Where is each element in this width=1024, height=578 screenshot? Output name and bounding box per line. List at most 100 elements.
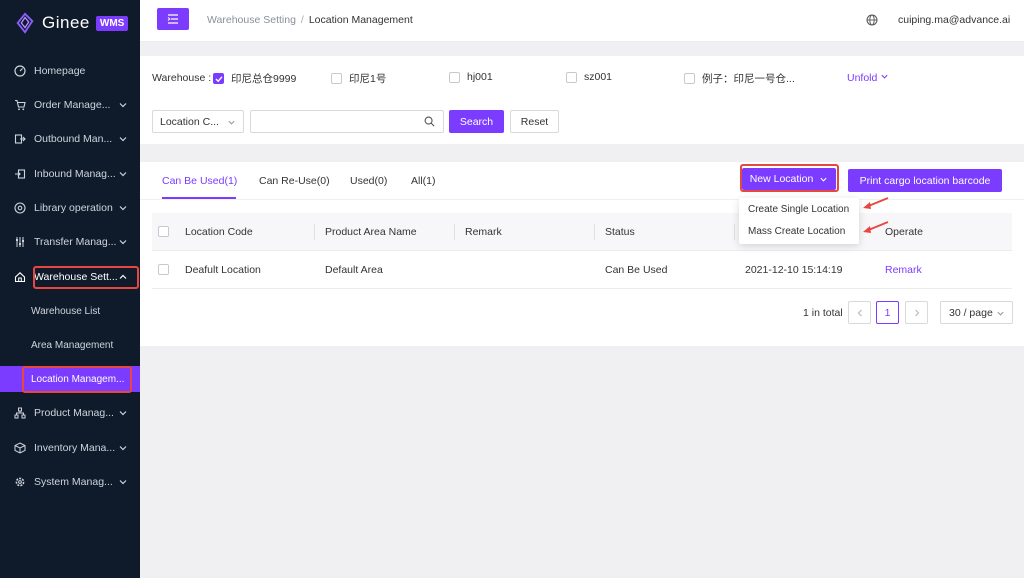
outbound-icon: [14, 134, 26, 144]
cell-created-time: 2021-12-10 15:14:19: [745, 264, 843, 276]
library-icon: [14, 202, 26, 214]
sidebar-item-order[interactable]: Order Manage...: [0, 93, 140, 117]
chevron-down-icon: [119, 137, 127, 142]
search-field-select[interactable]: Location C...: [152, 110, 244, 133]
menu-item-create-single-location[interactable]: Create Single Location: [748, 204, 849, 215]
new-location-dropdown: Create Single Location Mass Create Locat…: [739, 198, 859, 244]
warehouse-option-label: 例子：印尼一号仓...: [702, 73, 795, 85]
warehouse-option-label: hj001: [467, 71, 493, 83]
search-icon[interactable]: [424, 116, 435, 127]
warehouse-option-4[interactable]: 例子：印尼一号仓...: [684, 71, 795, 86]
chevron-down-icon: [881, 74, 888, 79]
sidebar-item-inbound[interactable]: Inbound Manag...: [0, 162, 140, 186]
chevron-down-icon: [119, 172, 127, 177]
menu-icon: [167, 14, 178, 24]
menu-toggle-button[interactable]: [157, 8, 189, 30]
search-field-select-value: Location C...: [160, 115, 219, 128]
search-button[interactable]: Search: [449, 110, 504, 133]
sidebar-item-product[interactable]: Product Manag...: [0, 401, 140, 425]
sidebar-item-label: Transfer Manag...: [34, 236, 117, 248]
location-table-panel: Can Be Used(1) Can Re-Use(0) Used(0) All…: [140, 162, 1024, 346]
user-email[interactable]: cuiping.ma@advance.ai: [898, 14, 1010, 26]
warehouse-option-2[interactable]: hj001: [449, 71, 493, 83]
page-button-current[interactable]: 1: [876, 301, 899, 324]
warehouse-option-label: 印尼总仓9999: [231, 73, 297, 85]
sidebar-item-homepage[interactable]: Homepage: [0, 59, 140, 83]
checkbox[interactable]: [684, 73, 695, 84]
column-header-remark: Remark: [465, 226, 502, 238]
row-checkbox[interactable]: [158, 264, 169, 275]
sidebar-item-transfer[interactable]: Transfer Manag...: [0, 230, 140, 254]
menu-item-mass-create-location[interactable]: Mass Create Location: [748, 226, 845, 237]
check-icon: [215, 75, 223, 82]
column-divider: [454, 224, 455, 240]
sidebar-subitem-label: Warehouse List: [31, 305, 101, 317]
breadcrumb-parent[interactable]: Warehouse Setting: [207, 14, 296, 26]
page-size-value: 30 / page: [949, 306, 993, 319]
cell-location-code: Deafult Location: [185, 264, 261, 276]
globe-icon[interactable]: [866, 14, 878, 26]
warehouse-option-3[interactable]: sz001: [566, 71, 612, 83]
select-all-checkbox[interactable]: [158, 226, 169, 237]
chevron-down-icon: [119, 240, 127, 245]
highlight-box-location-management: [22, 366, 132, 393]
sidebar-item-library[interactable]: Library operation: [0, 196, 140, 220]
sidebar-subitem-label: Area Management: [31, 339, 114, 351]
next-page-button[interactable]: [905, 301, 928, 324]
unfold-label: Unfold: [847, 72, 878, 84]
column-header-location-code: Location Code: [185, 226, 253, 238]
sidebar-item-label: Inventory Mana...: [34, 442, 116, 454]
column-header-product-area: Product Area Name: [325, 226, 417, 238]
search-input[interactable]: [250, 110, 444, 133]
page-size-select[interactable]: 30 / page: [940, 301, 1013, 324]
breadcrumb: Warehouse Setting / Location Management: [207, 14, 413, 26]
chevron-down-icon: [997, 311, 1004, 316]
warehouse-option-1[interactable]: 印尼1号: [331, 71, 386, 86]
chevron-down-icon: [119, 411, 127, 416]
warehouse-label: Warehouse :: [152, 72, 212, 84]
logo[interactable]: Ginee WMS: [0, 0, 140, 46]
sidebar-item-system[interactable]: System Manag...: [0, 470, 140, 494]
warehouse-option-label: 印尼1号: [349, 73, 387, 85]
top-header: Warehouse Setting / Location Management cu…: [140, 0, 1024, 42]
column-divider: [734, 224, 735, 240]
sidebar-item-label: Order Manage...: [34, 99, 111, 111]
filter-panel: Warehouse : 印尼总仓9999 印尼1号 hj001 sz001 例子…: [140, 56, 1024, 144]
brand-badge: WMS: [95, 15, 129, 31]
reset-button[interactable]: Reset: [510, 110, 559, 133]
warehouse-option-0[interactable]: 印尼总仓9999: [213, 71, 296, 86]
chevron-down-icon: [119, 446, 127, 451]
dashboard-icon: [14, 65, 26, 77]
breadcrumb-separator: /: [300, 14, 304, 26]
tab-all[interactable]: All(1): [411, 175, 436, 187]
inbound-icon: [15, 169, 26, 179]
tab-used[interactable]: Used(0): [350, 175, 387, 187]
checkbox[interactable]: [449, 71, 460, 83]
tab-can-be-used[interactable]: Can Be Used(1): [162, 175, 237, 187]
highlight-box-warehouse-setting: [33, 266, 139, 289]
cell-status: Can Be Used: [605, 264, 668, 276]
chevron-down-icon: [228, 120, 235, 125]
checkbox-checked[interactable]: [213, 73, 224, 84]
chevron-left-icon: [857, 309, 862, 316]
checkbox[interactable]: [331, 73, 342, 84]
sidebar-subitem-warehouse-list[interactable]: Warehouse List: [0, 298, 140, 324]
sidebar-subitem-area-management[interactable]: Area Management: [0, 332, 140, 358]
sidebar-item-outbound[interactable]: Outbound Man...: [0, 127, 140, 151]
breadcrumb-current: Location Management: [308, 14, 413, 26]
chevron-down-icon: [119, 480, 127, 485]
sidebar-item-inventory[interactable]: Inventory Mana...: [0, 436, 140, 460]
sidebar-item-label: System Manag...: [34, 476, 113, 488]
home-icon: [14, 272, 26, 283]
sidebar-item-label: Product Manag...: [34, 407, 114, 419]
unfold-link[interactable]: Unfold: [847, 72, 889, 84]
sidebar-item-label: Library operation: [34, 202, 113, 214]
row-remark-link[interactable]: Remark: [885, 264, 922, 276]
prev-page-button[interactable]: [848, 301, 871, 324]
column-header-status: Status: [605, 226, 635, 238]
print-barcode-button[interactable]: Print cargo location barcode: [848, 169, 1002, 192]
cart-icon: [15, 99, 26, 111]
tab-can-re-use[interactable]: Can Re-Use(0): [259, 175, 330, 187]
checkbox[interactable]: [566, 71, 577, 83]
column-divider: [594, 224, 595, 240]
